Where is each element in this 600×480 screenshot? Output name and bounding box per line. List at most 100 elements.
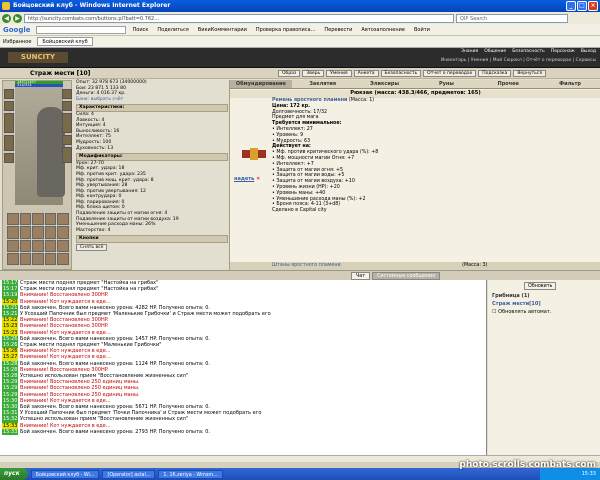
char-section-head[interactable]: Характеристики: [76, 104, 228, 112]
back-icon[interactable]: ◀ [2, 13, 11, 23]
forward-icon[interactable]: ▶ [13, 13, 22, 23]
extra-line: Мастерство: 4 [76, 227, 111, 233]
attributes-list: Сила: 4 Ловкость: 4 Интуиция: 4 Выносливост… [76, 112, 228, 151]
nav-button[interactable]: Безопасность [380, 70, 422, 77]
spell-icon[interactable] [57, 239, 69, 252]
perks-section-head[interactable]: Кнопки [76, 235, 228, 244]
top-nav-item[interactable]: Общение [484, 49, 506, 54]
nav-button[interactable]: Образ [278, 70, 301, 77]
extra-list: Подавление защиты от магии огня: 4 Подавл… [76, 211, 228, 233]
spell-icon[interactable] [19, 239, 32, 252]
top-nav-item[interactable]: Выход [581, 49, 596, 54]
maximize-button[interactable]: □ [577, 1, 587, 11]
item-name[interactable]: Ремень яростного пламени [272, 98, 347, 103]
nav-button[interactable]: Анкета [353, 70, 379, 77]
shield-slot[interactable] [62, 113, 72, 133]
chat-text: Внимание! Восстановлено 300HP. [20, 323, 109, 330]
inventory-tab[interactable]: Заклятия [292, 80, 354, 88]
search-input[interactable]: QIP Search [456, 13, 568, 23]
autofill-button[interactable]: Автозаполнение [359, 27, 407, 33]
refresh-button[interactable]: Обновить [524, 282, 557, 290]
remove-all-button[interactable]: Снять всё [76, 244, 108, 252]
character-header: Страж мести [10] Образ Зверь Умения Анкета Б… [0, 68, 600, 79]
share-button[interactable]: Поделиться [155, 27, 190, 33]
nav-button[interactable]: Подсказка [478, 70, 512, 77]
inventory-tab[interactable]: Эликсиры [354, 80, 416, 88]
task-button[interactable]: 1. 16.zeriya - Wmsm... [158, 469, 223, 479]
spell-icon[interactable] [44, 239, 57, 252]
spell-icon[interactable] [32, 252, 44, 265]
nav-button[interactable]: Умения [326, 70, 352, 77]
task-button[interactable]: [Operator] astal... [102, 469, 156, 479]
comments-button[interactable]: ВикиКомментарии [196, 27, 249, 33]
chat-text: Внимание! Кот нуждается в еде... [20, 298, 111, 305]
belt-slot[interactable] [4, 153, 14, 163]
spell-icon[interactable] [19, 226, 32, 239]
inventory-tab[interactable]: Фильтр [539, 80, 600, 88]
chat-text: Внимание! Восстановлено 250 единиц маны. [20, 379, 140, 386]
task-button[interactable]: Бойцовский клуб - Wi... [30, 469, 100, 479]
armor-slot[interactable] [4, 135, 14, 151]
spell-icon[interactable] [44, 252, 57, 265]
start-button[interactable]: пуск [0, 468, 28, 480]
spell-icon[interactable] [32, 226, 44, 239]
spell-icon[interactable] [57, 226, 69, 239]
bank-link[interactable]: Банк: выбрать счёт [76, 97, 228, 103]
clock: 15:33 [581, 471, 596, 477]
helmet-slot[interactable] [4, 89, 14, 99]
google-search-input[interactable] [35, 25, 126, 34]
top-nav-item[interactable]: Персонаж [551, 49, 575, 54]
chat-text: Внимание! Кот нуждается в еде... [20, 354, 111, 361]
spellcheck-button[interactable]: Проверка правописа... [254, 27, 317, 33]
system-messages-tab[interactable]: Системные сообщения [372, 272, 440, 280]
nav-button[interactable]: Зверь [302, 70, 325, 77]
spell-icon[interactable] [19, 252, 32, 265]
spell-icon[interactable] [44, 213, 57, 226]
mod-section-head[interactable]: Модификаторы: [76, 153, 228, 161]
translate-button[interactable]: Перевести [322, 27, 354, 33]
spell-icon[interactable] [7, 226, 19, 239]
minimize-button[interactable]: _ [566, 1, 576, 11]
google-search-button[interactable]: Поиск [131, 27, 151, 33]
nav-button[interactable]: Вернуться [513, 70, 547, 77]
gloves-slot[interactable] [62, 135, 72, 145]
chat-text: Страж мести поднял предмет "Настойка на … [20, 286, 159, 293]
quick-slots [7, 213, 69, 265]
weapon-slot[interactable] [4, 113, 14, 133]
player-list-item[interactable]: Страж мести[10] [492, 300, 551, 308]
boots-slot[interactable] [62, 147, 72, 163]
spell-icon[interactable] [19, 213, 32, 226]
spell-icon[interactable] [57, 252, 69, 265]
earring-slot[interactable] [62, 89, 72, 99]
spell-icon[interactable] [32, 213, 44, 226]
spell-icon[interactable] [32, 239, 44, 252]
character-doll [15, 87, 65, 205]
watermark: photo.scrolls.combats.com [459, 460, 596, 470]
top-nav-item[interactable]: Безопасность [512, 49, 545, 54]
top-nav-item[interactable]: Знания [461, 49, 478, 54]
auto-refresh-checkbox[interactable]: ☐ Обновлять автомат. [492, 308, 551, 316]
spell-icon[interactable] [44, 226, 57, 239]
ring-slot[interactable] [62, 101, 72, 111]
next-item-name[interactable]: Штаны яростного пламени [272, 263, 341, 268]
url-input[interactable]: http://suncity.combats.com/buttons.pl?ba… [24, 13, 454, 23]
amulet-slot[interactable] [4, 101, 14, 111]
chat-tab[interactable]: Чат [351, 272, 371, 280]
inventory-tab[interactable]: Прочее [477, 80, 539, 88]
put-on-link[interactable]: надеть ✕ [234, 176, 260, 182]
top-subnav[interactable]: Инвентарь | Умения | Мой Сюрокл | Отчёт … [441, 58, 596, 63]
signin-button[interactable]: Войти [412, 27, 432, 33]
inventory-tab[interactable]: Руны [415, 80, 477, 88]
spell-icon[interactable] [7, 239, 19, 252]
item-property: Сделано в Capital city [272, 208, 327, 214]
inventory-tab[interactable]: Обмундирование [230, 80, 292, 88]
spell-icon[interactable] [7, 252, 19, 265]
close-button[interactable]: × [588, 1, 598, 11]
favorites-button[interactable]: Избранное [3, 39, 31, 45]
spell-icon[interactable] [7, 213, 19, 226]
nav-button[interactable]: Отчет о переводах [423, 70, 477, 77]
belt-item-icon [242, 148, 266, 160]
spell-icon[interactable] [57, 213, 69, 226]
browser-tab[interactable]: Бойцовский клуб [37, 37, 93, 46]
ie-icon [2, 2, 10, 10]
